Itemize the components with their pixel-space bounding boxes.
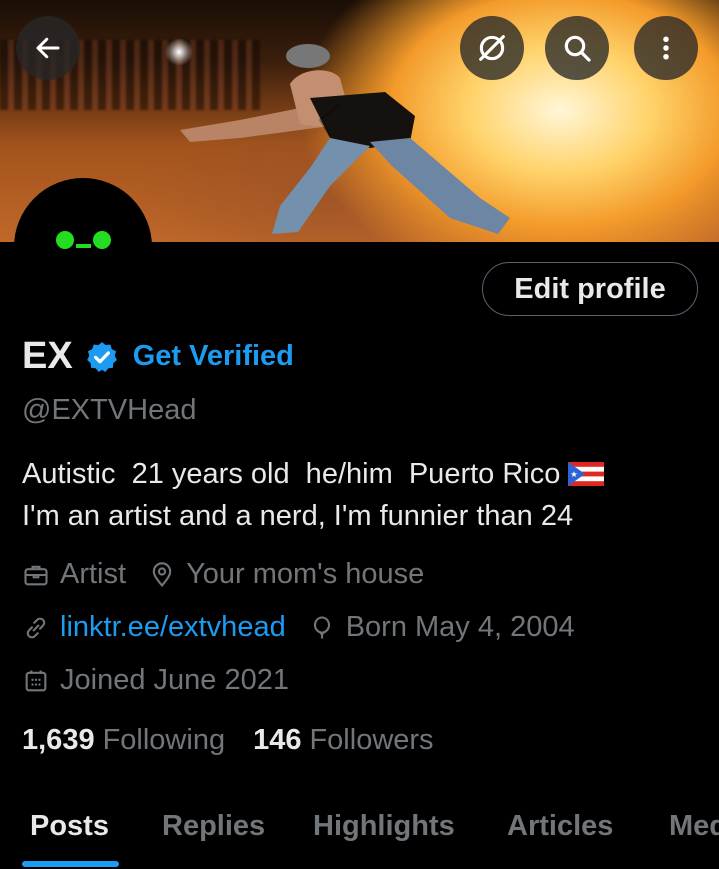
verified-badge-icon [86, 341, 117, 372]
profile-category: Artist [22, 558, 126, 591]
puerto-rico-flag-icon [568, 462, 605, 486]
arrow-left-icon [36, 37, 60, 59]
follow-stats: 1,639 Following 146 Followers [22, 724, 462, 757]
followers-label[interactable]: Followers [309, 724, 433, 757]
unsubscribe-icon [479, 35, 505, 61]
bio-text-line-2: I'm an artist and a nerd, I'm funnier th… [22, 500, 574, 532]
following-count[interactable]: 1,639 [22, 724, 95, 757]
profile-joined: Joined June 2021 [22, 664, 289, 697]
more-vertical-icon [663, 36, 669, 60]
profile-location: Your mom's house [148, 558, 424, 591]
tab-articles[interactable]: Articles [507, 810, 613, 843]
profile-birthday: Born May 4, 2004 [308, 611, 575, 644]
bio-text-line-1: Autistic 21 years old he/him Puerto Rico [22, 458, 561, 490]
profile-meta-row-1: Artist Your mom's house [22, 558, 446, 591]
edit-profile-button[interactable]: Edit profile [482, 262, 698, 316]
profile-tabs: Posts Replies Highlights Articles Media [0, 800, 719, 869]
bio-line: I'm an artist and a nerd, I'm funnier th… [22, 495, 604, 537]
balloon-icon [313, 615, 330, 638]
location-pin-icon [152, 561, 172, 587]
calendar-icon [25, 670, 47, 691]
unsubscribe-button[interactable] [460, 16, 524, 80]
get-verified-link[interactable]: Get Verified [133, 340, 294, 373]
more-button[interactable] [634, 16, 698, 80]
name-row: EX Get Verified [22, 335, 294, 378]
briefcase-icon [24, 565, 48, 585]
profile-meta-row-2: linktr.ee/extvhead Born May 4, 2004 [22, 611, 597, 644]
tab-replies[interactable]: Replies [162, 810, 265, 843]
followers-count[interactable]: 146 [253, 724, 301, 757]
search-button[interactable] [545, 16, 609, 80]
search-icon [564, 35, 591, 62]
user-handle: @EXTVHead [22, 394, 197, 426]
following-label[interactable]: Following [103, 724, 226, 757]
bio: Autistic 21 years old he/him Puerto Rico… [22, 453, 605, 537]
back-button[interactable] [16, 16, 80, 80]
bio-line: Autistic 21 years old he/him Puerto Rico [22, 453, 605, 495]
display-name: EX [22, 335, 73, 377]
link-icon [26, 617, 46, 638]
tab-media[interactable]: Media [669, 810, 719, 843]
tab-posts[interactable]: Posts [30, 810, 109, 843]
avatar[interactable] [14, 178, 152, 316]
profile-website[interactable]: linktr.ee/extvhead [22, 611, 286, 644]
avatar-face [56, 231, 111, 249]
tab-highlights[interactable]: Highlights [313, 810, 455, 843]
active-tab-indicator [22, 861, 119, 867]
profile-meta-row-3: Joined June 2021 [22, 664, 311, 697]
